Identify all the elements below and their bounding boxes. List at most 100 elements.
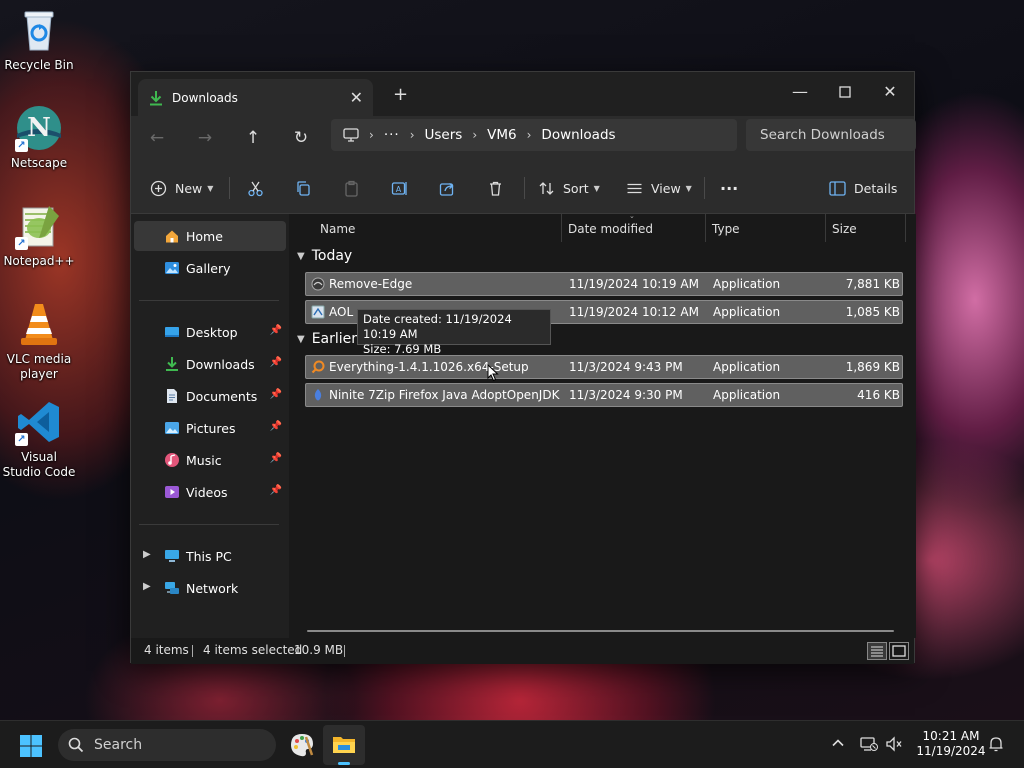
breadcrumb-vm6[interactable]: VM6 — [487, 127, 516, 143]
videos-folder-icon — [165, 486, 179, 498]
start-button[interactable] — [20, 735, 42, 760]
taskbar-app-file-explorer[interactable] — [323, 725, 365, 765]
show-hidden-icons-button[interactable] — [831, 736, 845, 754]
file-row[interactable]: Everything-1.4.1.1026.x64-Setup 11/3/202… — [305, 355, 903, 379]
column-header-type[interactable]: Type — [712, 214, 740, 244]
taskbar-app-paint[interactable] — [288, 731, 316, 762]
details-view-button[interactable] — [867, 642, 887, 660]
shortcut-arrow-icon: ↗ — [15, 237, 28, 250]
toolbar-divider — [524, 177, 525, 199]
nav-item-gallery[interactable]: Gallery — [134, 253, 286, 283]
file-type: Application — [713, 388, 781, 402]
pin-icon[interactable]: 📌 — [270, 357, 282, 368]
desktop-icon-vlc[interactable]: VLC media player — [2, 300, 76, 382]
status-selected-count: 4 items selected — [203, 643, 303, 657]
column-header-size[interactable]: Size — [832, 214, 857, 244]
nav-item-downloads[interactable]: Downloads 📌 — [134, 349, 286, 379]
close-window-button[interactable]: ✕ — [867, 78, 913, 106]
new-label: New — [175, 180, 203, 196]
nav-label: Documents — [186, 388, 258, 404]
delete-button[interactable] — [487, 176, 504, 200]
pin-icon[interactable]: 📌 — [270, 325, 282, 336]
nav-label: Network — [186, 580, 239, 596]
group-header-earlier[interactable]: ▼ Earlier — [297, 331, 357, 347]
file-date: 11/3/2024 9:30 PM — [569, 388, 683, 402]
shortcut-arrow-icon: ↗ — [15, 139, 28, 152]
nav-item-music[interactable]: Music 📌 — [134, 445, 286, 475]
nav-item-documents[interactable]: Documents 📌 — [134, 381, 286, 411]
file-row[interactable]: Remove-Edge 11/19/2024 10:19 AM Applicat… — [305, 272, 903, 296]
pin-icon[interactable]: 📌 — [270, 389, 282, 400]
large-icons-view-button[interactable] — [889, 642, 909, 660]
new-tab-button[interactable]: + — [393, 84, 408, 105]
expand-chevron-icon[interactable]: ▶ — [143, 581, 151, 592]
breadcrumb-more-button[interactable]: ··· — [384, 127, 400, 143]
tab-downloads[interactable]: Downloads ✕ — [138, 79, 373, 116]
tab-close-icon[interactable]: ✕ — [350, 88, 363, 107]
view-button[interactable]: View ▼ — [626, 176, 692, 200]
details-pane-button[interactable]: Details — [829, 176, 897, 200]
trash-icon — [490, 181, 501, 196]
new-button[interactable]: New ▼ — [150, 176, 213, 200]
chevron-down-icon: ▼ — [297, 250, 305, 262]
nav-item-network[interactable]: ▶ Network — [134, 573, 286, 603]
nav-item-videos[interactable]: Videos 📌 — [134, 477, 286, 507]
maximize-button[interactable] — [822, 78, 868, 106]
file-date: 11/19/2024 10:19 AM — [569, 277, 699, 291]
column-header-date-modified[interactable]: Date modified — [568, 214, 653, 244]
column-header-name[interactable]: Name — [320, 214, 355, 244]
horizontal-scrollbar[interactable] — [307, 630, 894, 632]
column-divider[interactable] — [561, 214, 562, 242]
pin-icon[interactable]: 📌 — [270, 421, 282, 432]
nav-label: Videos — [186, 484, 228, 500]
nav-divider — [139, 524, 279, 525]
more-options-button[interactable]: ··· — [720, 176, 738, 200]
column-divider[interactable] — [905, 214, 906, 242]
paste-button[interactable] — [343, 176, 360, 200]
nav-item-home[interactable]: Home — [134, 221, 286, 251]
desktop-icon-vscode[interactable]: ↗ Visual Studio Code — [2, 398, 76, 480]
file-list: Name ⌄ Date modified Type Size ▼ Today R… — [289, 212, 916, 638]
file-type: Application — [713, 360, 781, 374]
forward-button[interactable]: → — [192, 128, 218, 148]
desktop-icon-recycle-bin[interactable]: Recycle Bin — [2, 6, 76, 73]
nav-item-desktop[interactable]: Desktop 📌 — [134, 317, 286, 347]
network-status-button[interactable] — [860, 736, 878, 756]
group-header-today[interactable]: ▼ Today — [297, 248, 352, 264]
desktop-icon-netscape[interactable]: N ↗ Netscape — [2, 104, 76, 171]
back-button[interactable]: ← — [144, 128, 170, 148]
remove-edge-app-icon — [311, 277, 325, 291]
nav-item-pictures[interactable]: Pictures 📌 — [134, 413, 286, 443]
file-size: 1,085 KB — [845, 305, 900, 319]
pin-icon[interactable]: 📌 — [270, 453, 282, 464]
up-button[interactable]: ↑ — [240, 128, 266, 148]
taskbar-search-label: Search — [94, 737, 143, 753]
pin-icon[interactable]: 📌 — [270, 485, 282, 496]
breadcrumb-downloads[interactable]: Downloads — [541, 127, 615, 143]
system-clock[interactable]: 10:21 AM 11/19/2024 — [912, 729, 990, 759]
expand-chevron-icon[interactable]: ▶ — [143, 549, 151, 560]
desktop-icon-label: Netscape — [10, 156, 68, 170]
desktop-icon-notepad-plus-plus[interactable]: ↗ Notepad++ — [2, 202, 76, 269]
minimize-button[interactable]: — — [777, 78, 823, 106]
tab-title: Downloads — [172, 90, 238, 105]
column-divider[interactable] — [705, 214, 706, 242]
details-view-icon — [871, 646, 883, 657]
sort-button[interactable]: Sort ▼ — [538, 176, 600, 200]
refresh-button[interactable]: ↻ — [288, 128, 314, 148]
share-button[interactable] — [439, 176, 456, 200]
rename-button[interactable]: A — [391, 176, 408, 200]
notifications-button[interactable] — [988, 736, 1004, 756]
column-divider[interactable] — [825, 214, 826, 242]
file-row[interactable]: Ninite 7Zip Firefox Java AdoptOpenJDK x.… — [305, 383, 903, 407]
search-input[interactable]: Search Downloads — [746, 119, 916, 151]
volume-button[interactable] — [885, 736, 903, 756]
nav-item-this-pc[interactable]: ▶ This PC — [134, 541, 286, 571]
breadcrumb[interactable]: › ··· › Users › VM6 › Downloads — [331, 119, 737, 151]
copy-button[interactable] — [295, 176, 312, 200]
file-type: Application — [713, 277, 781, 291]
breadcrumb-users[interactable]: Users — [425, 127, 463, 143]
nav-label: Pictures — [186, 420, 236, 436]
cut-button[interactable] — [247, 176, 264, 200]
taskbar-search-box[interactable]: Search — [58, 729, 276, 761]
